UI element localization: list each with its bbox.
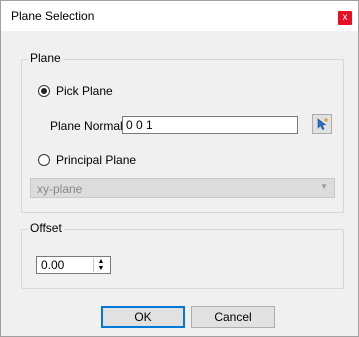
principal-plane-label: Principal Plane <box>56 153 137 167</box>
offset-group-title: Offset <box>28 221 64 235</box>
pick-plane-radio[interactable]: Pick Plane <box>38 84 113 98</box>
close-button[interactable]: x <box>338 11 352 25</box>
plane-group-title: Plane <box>28 51 63 65</box>
principal-plane-select-value: xy-plane <box>37 182 83 196</box>
plane-selection-dialog: Plane Selection x Plane Pick Plane Plane… <box>0 0 359 337</box>
pick-normal-button[interactable] <box>312 114 332 134</box>
pick-plane-label: Pick Plane <box>56 84 113 98</box>
offset-input[interactable] <box>37 257 95 273</box>
window-title: Plane Selection <box>11 9 95 23</box>
plane-normal-input[interactable] <box>122 116 298 134</box>
principal-plane-radio[interactable]: Principal Plane <box>38 153 136 167</box>
offset-spinbox[interactable]: ▲▼ <box>36 256 111 274</box>
principal-plane-select[interactable]: xy-plane ▼ <box>30 178 335 198</box>
pick-plane-radio-button[interactable] <box>38 85 50 97</box>
cancel-button[interactable]: Cancel <box>191 306 275 328</box>
principal-plane-radio-button[interactable] <box>38 154 50 166</box>
title-bar: Plane Selection x <box>1 1 358 31</box>
plane-group: Plane Pick Plane Plane Normal Principal … <box>21 51 344 213</box>
pick-cursor-icon <box>317 118 328 130</box>
chevron-down-icon: ▼ <box>320 182 328 191</box>
offset-group: Offset ▲▼ <box>21 221 344 289</box>
plane-normal-label: Plane Normal <box>50 119 123 133</box>
spin-arrows-icon[interactable]: ▲ ▼ <box>93 258 108 272</box>
ok-button[interactable]: OK <box>101 306 185 328</box>
